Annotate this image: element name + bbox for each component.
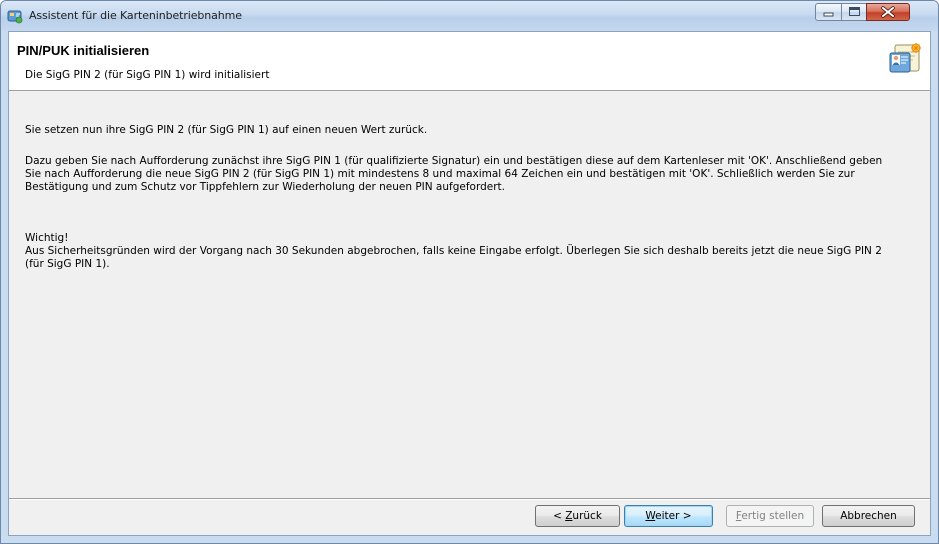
finish-button-label: ertig stellen [741, 510, 805, 522]
warning-line: Aus Sicherheitsgründen wird der Vorgang … [25, 245, 882, 257]
instructions-line: Dazu geben Sie nach Aufforderung zunächs… [25, 155, 883, 167]
window-title: Assistent für die Karteninbetriebnahme [29, 9, 242, 22]
next-button[interactable]: Weiter > [624, 505, 713, 527]
page-subtitle: Die SigG PIN 2 (für SigG PIN 1) wird ini… [25, 69, 270, 81]
maximize-button[interactable] [841, 3, 867, 21]
maximize-icon [849, 7, 860, 16]
finish-button[interactable]: Fertig stellen [726, 505, 814, 527]
instructions-line: Bestätigung und zum Schutz vor Tippfehle… [25, 181, 505, 193]
wizard-client-area: PIN/PUK initialisieren Die SigG PIN 2 (f… [8, 31, 931, 536]
title-bar[interactable]: Assistent für die Karteninbetriebnahme [1, 1, 938, 31]
warning-heading: Wichtig! [25, 232, 69, 244]
next-button-mnemonic: W [645, 510, 656, 522]
button-separator [9, 498, 930, 500]
instructions-paragraph: Dazu geben Sie nach Aufforderung zunächs… [25, 155, 925, 194]
wizard-window: Assistent für die Karteninbetriebnahme P… [0, 0, 939, 544]
close-button[interactable] [866, 3, 910, 21]
back-button[interactable]: < Zurück [535, 505, 620, 527]
minimize-icon [823, 12, 834, 17]
minimize-button[interactable] [815, 3, 842, 21]
warning-line: (für SigG PIN 1). [25, 258, 110, 270]
cancel-button[interactable]: Abbrechen [822, 505, 915, 527]
instructions-line: Sie nach Aufforderung die neue SigG PIN … [25, 168, 855, 180]
close-icon [881, 6, 895, 18]
id-card-icon [889, 42, 923, 76]
card-wizard-icon [7, 8, 23, 24]
next-button-label: eiter > [655, 510, 692, 522]
warning-paragraph: Wichtig! Aus Sicherheitsgründen wird der… [25, 232, 925, 271]
wizard-header: PIN/PUK initialisieren Die SigG PIN 2 (f… [9, 32, 930, 91]
back-button-label: urück [572, 510, 602, 522]
page-title: PIN/PUK initialisieren [17, 43, 150, 58]
back-button-prefix: < [553, 510, 566, 522]
intro-paragraph: Sie setzen nun ihre SigG PIN 2 (für SigG… [25, 124, 428, 136]
